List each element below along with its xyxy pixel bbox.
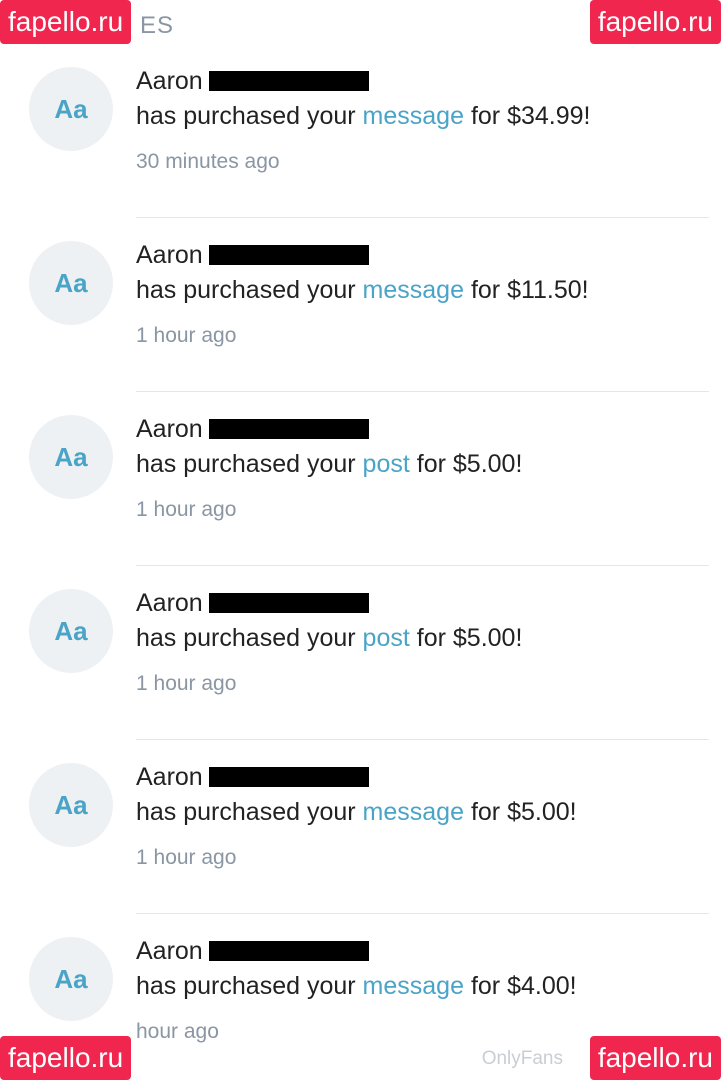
timestamp: 1 hour ago [136, 324, 237, 347]
notification-amount: for $11.50! [470, 276, 589, 304]
notification-item[interactable]: Aa Aaron has purchased your message for … [0, 740, 723, 914]
notification-item[interactable]: Aa Aaron has purchased your post for $5.… [0, 566, 723, 740]
notification-text: has purchased your message for $4.00! [136, 972, 577, 1001]
redacted-username [208, 71, 369, 91]
user-name[interactable]: Aaron [136, 67, 203, 96]
redacted-username [208, 593, 369, 613]
timestamp: 1 hour ago [136, 846, 237, 869]
timestamp: 1 hour ago [136, 498, 237, 521]
notification-prefix: has purchased your [136, 276, 356, 304]
notification-text: has purchased your message for $34.99! [136, 102, 590, 131]
notification-prefix: has purchased your [136, 102, 356, 130]
notification-item[interactable]: Aa Aaron has purchased your post for $5.… [0, 392, 723, 566]
notification-amount: for $5.00! [416, 450, 523, 478]
purchased-item-link[interactable]: post [363, 624, 410, 652]
notification-amount: for $4.00! [470, 972, 577, 1000]
watermark-top-right: fapello.ru [589, 0, 721, 44]
user-name[interactable]: Aaron [136, 241, 203, 270]
redacted-username [208, 419, 369, 439]
avatar[interactable]: Aa [29, 67, 113, 151]
notification-prefix: has purchased your [136, 624, 356, 652]
avatar[interactable]: Aa [29, 241, 113, 325]
redacted-username [208, 245, 369, 265]
purchased-item-link[interactable]: message [363, 276, 464, 304]
redacted-username [208, 767, 369, 787]
user-name[interactable]: Aaron [136, 415, 203, 444]
user-name[interactable]: Aaron [136, 763, 203, 792]
footer-watermark: OnlyFans [481, 1048, 563, 1069]
notification-prefix: has purchased your [136, 972, 356, 1000]
timestamp: 30 minutes ago [136, 150, 280, 173]
notification-prefix: has purchased your [136, 798, 356, 826]
notification-prefix: has purchased your [136, 450, 356, 478]
notification-text: has purchased your message for $5.00! [136, 798, 577, 827]
avatar[interactable]: Aa [29, 937, 113, 1021]
notification-text: has purchased your post for $5.00! [136, 450, 522, 479]
redacted-username [208, 941, 369, 961]
watermark-bottom-left: fapello.ru [0, 1036, 132, 1080]
timestamp: hour ago [136, 1020, 219, 1043]
notification-text: has purchased your post for $5.00! [136, 624, 522, 653]
purchased-item-link[interactable]: post [363, 450, 410, 478]
purchased-item-link[interactable]: message [363, 972, 464, 1000]
timestamp: 1 hour ago [136, 672, 237, 695]
notification-amount: for $34.99! [470, 102, 591, 130]
notification-item[interactable]: Aa Aaron has purchased your message for … [0, 218, 723, 392]
header-title: ES [140, 12, 175, 39]
avatar[interactable]: Aa [29, 589, 113, 673]
user-name[interactable]: Aaron [136, 589, 203, 618]
purchased-item-link[interactable]: message [363, 798, 464, 826]
watermark-top-left: fapello.ru [0, 0, 132, 44]
avatar[interactable]: Aa [29, 415, 113, 499]
watermark-bottom-right: fapello.ru [589, 1036, 721, 1080]
notification-item[interactable]: Aa Aaron has purchased your message for … [0, 44, 723, 218]
avatar[interactable]: Aa [29, 763, 113, 847]
user-name[interactable]: Aaron [136, 937, 203, 966]
notification-amount: for $5.00! [470, 798, 577, 826]
purchased-item-link[interactable]: message [363, 102, 464, 130]
notification-amount: for $5.00! [416, 624, 523, 652]
notification-text: has purchased your message for $11.50! [136, 276, 589, 305]
